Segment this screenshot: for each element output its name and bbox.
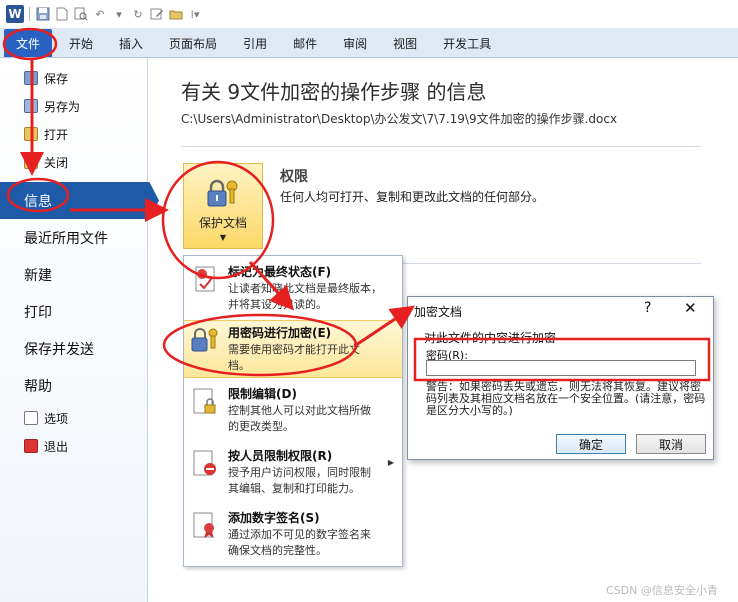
nav-close[interactable]: 关闭 [0, 148, 147, 176]
nav-options[interactable]: 选项 [0, 404, 147, 432]
nav-info[interactable]: 信息 [0, 182, 159, 219]
tab-insert[interactable]: 插入 [106, 29, 156, 57]
menu-item-title: 按人员限制权限(R) [228, 449, 333, 463]
watermark: CSDN @信息安全小青 [606, 584, 718, 597]
menu-item-desc: 的更改类型。 [228, 420, 294, 433]
tab-home[interactable]: 开始 [56, 29, 106, 57]
password-warning: 警告：如果密码丢失或遗忘，则无法将其恢复。建议将密码列表及其相应文档名放在一个安… [426, 380, 706, 417]
menu-item-digital-signature[interactable]: 添加数字签名(S) 通过添加不可见的数字签名来 确保文档的完整性。 [184, 506, 402, 564]
quick-access-toolbar: W ↶ ▾ ↻ ⁞▾ [0, 0, 738, 28]
menu-item-desc: 档。 [228, 359, 250, 372]
permissions-description: 任何人均可打开、复制和更改此文档的任何部分。 [280, 190, 545, 204]
dropdown-arrow-icon[interactable]: ▾ [111, 6, 127, 22]
edit-icon[interactable] [149, 6, 165, 22]
customize-toolbar-icon[interactable]: ⁞▾ [187, 6, 203, 22]
restrict-editing-icon [190, 386, 220, 416]
word-logo-icon[interactable]: W [6, 5, 24, 23]
nav-help[interactable]: 帮助 [0, 367, 147, 404]
cancel-button[interactable]: 取消 [636, 434, 706, 454]
nav-exit-label: 退出 [44, 439, 69, 454]
exit-icon [24, 439, 38, 453]
close-icon[interactable]: ✕ [684, 299, 697, 317]
save-icon [24, 71, 38, 85]
tab-view[interactable]: 视图 [380, 29, 430, 57]
open-folder-icon [24, 127, 38, 141]
menu-item-title: 标记为最终状态(F) [228, 265, 332, 279]
nav-options-label: 选项 [44, 411, 69, 426]
menu-item-restrict-people[interactable]: 按人员限制权限(R) 授予用户访问权限，同时限制 其编辑、复制和打印能力。 ▶ [184, 444, 402, 502]
print-preview-icon[interactable] [73, 6, 89, 22]
nav-save-label: 保存 [44, 71, 69, 86]
lock-key-icon [190, 325, 220, 355]
nav-save-as[interactable]: 另存为 [0, 92, 147, 120]
help-icon[interactable]: ? [644, 300, 651, 316]
permissions-heading: 权限 [280, 169, 308, 185]
dialog-title: 加密文档 [414, 305, 463, 319]
toolbar-separator [29, 7, 30, 21]
restrict-permission-icon [190, 448, 220, 478]
chevron-down-icon: ▼ [219, 233, 227, 242]
menu-item-title: 用密码进行加密(E) [228, 326, 332, 340]
ok-button[interactable]: 确定 [556, 434, 626, 454]
encrypt-document-dialog: 加密文档 ? ✕ 对此文件的内容进行加密 密码(R): 警告：如果密码丢失或遗忘… [407, 296, 714, 460]
menu-item-desc: 并将其设为只读的。 [228, 298, 327, 311]
nav-open-label: 打开 [44, 127, 69, 142]
document-path: C:\Users\Administrator\Desktop\办公发文\7\7.… [181, 112, 618, 126]
backstage-nav: 保存 另存为 打开 关闭 信息 最近所用文件 新建 打印 保存并发送 帮助 选项… [0, 58, 159, 602]
digital-signature-icon [190, 510, 220, 540]
nav-save[interactable]: 保存 [0, 64, 147, 92]
nav-exit[interactable]: 退出 [0, 432, 147, 460]
menu-item-title: 限制编辑(D) [228, 387, 297, 401]
close-folder-icon [24, 155, 38, 169]
tab-mailings[interactable]: 邮件 [280, 29, 330, 57]
undo-icon[interactable]: ↶ [92, 6, 108, 22]
nav-print[interactable]: 打印 [0, 293, 147, 330]
nav-recent[interactable]: 最近所用文件 [0, 219, 147, 256]
redo-icon[interactable]: ↻ [130, 6, 146, 22]
tab-review[interactable]: 审阅 [330, 29, 380, 57]
protect-document-label: 保护文档 [198, 216, 247, 230]
nav-close-label: 关闭 [44, 155, 69, 170]
tab-references[interactable]: 引用 [230, 29, 280, 57]
tab-page-layout[interactable]: 页面布局 [156, 29, 230, 57]
options-icon [24, 411, 38, 425]
nav-save-as-label: 另存为 [44, 99, 81, 114]
menu-item-title: 添加数字签名(S) [228, 511, 320, 525]
tab-developer[interactable]: 开发工具 [430, 29, 504, 57]
divider [181, 146, 701, 147]
nav-new[interactable]: 新建 [0, 256, 147, 293]
mark-final-icon [190, 264, 220, 294]
protect-document-button[interactable]: 保护文档 ▼ [183, 163, 263, 249]
menu-item-desc: 控制其他人可以对此文档所做 [228, 404, 371, 417]
menu-item-desc: 需要使用密码才能打开此文 [228, 343, 360, 356]
ribbon-tabs: 文件 开始 插入 页面布局 引用 邮件 审阅 视图 开发工具 [0, 28, 738, 58]
menu-item-restrict-editing[interactable]: 限制编辑(D) 控制其他人可以对此文档所做 的更改类型。 [184, 382, 402, 440]
dialog-header: 对此文件的内容进行加密 [424, 331, 557, 345]
tab-file[interactable]: 文件 [4, 29, 53, 57]
page-title: 有关 9文件加密的操作步骤 的信息 [181, 80, 487, 104]
menu-item-desc: 授予用户访问权限，同时限制 [228, 466, 371, 479]
lock-key-icon [206, 178, 240, 208]
protect-document-menu: 标记为最终状态(F) 让读者知晓此文档是最终版本， 并将其设为只读的。 用密码进… [183, 255, 403, 567]
save-as-icon [24, 99, 38, 113]
menu-item-mark-final[interactable]: 标记为最终状态(F) 让读者知晓此文档是最终版本， 并将其设为只读的。 [184, 260, 402, 318]
menu-item-desc: 其编辑、复制和打印能力。 [228, 482, 360, 495]
menu-item-desc: 通过添加不可见的数字签名来 [228, 528, 371, 541]
open-folder-icon[interactable] [168, 6, 184, 22]
nav-save-send[interactable]: 保存并发送 [0, 330, 147, 367]
new-document-icon[interactable] [54, 6, 70, 22]
menu-item-desc: 让读者知晓此文档是最终版本， [228, 282, 382, 295]
chevron-right-icon: ▶ [387, 458, 394, 467]
password-input[interactable] [426, 360, 696, 376]
save-icon[interactable] [35, 6, 51, 22]
nav-open[interactable]: 打开 [0, 120, 147, 148]
menu-item-desc: 确保文档的完整性。 [228, 544, 327, 557]
menu-item-encrypt-password[interactable]: 用密码进行加密(E) 需要使用密码才能打开此文 档。 [184, 320, 402, 378]
